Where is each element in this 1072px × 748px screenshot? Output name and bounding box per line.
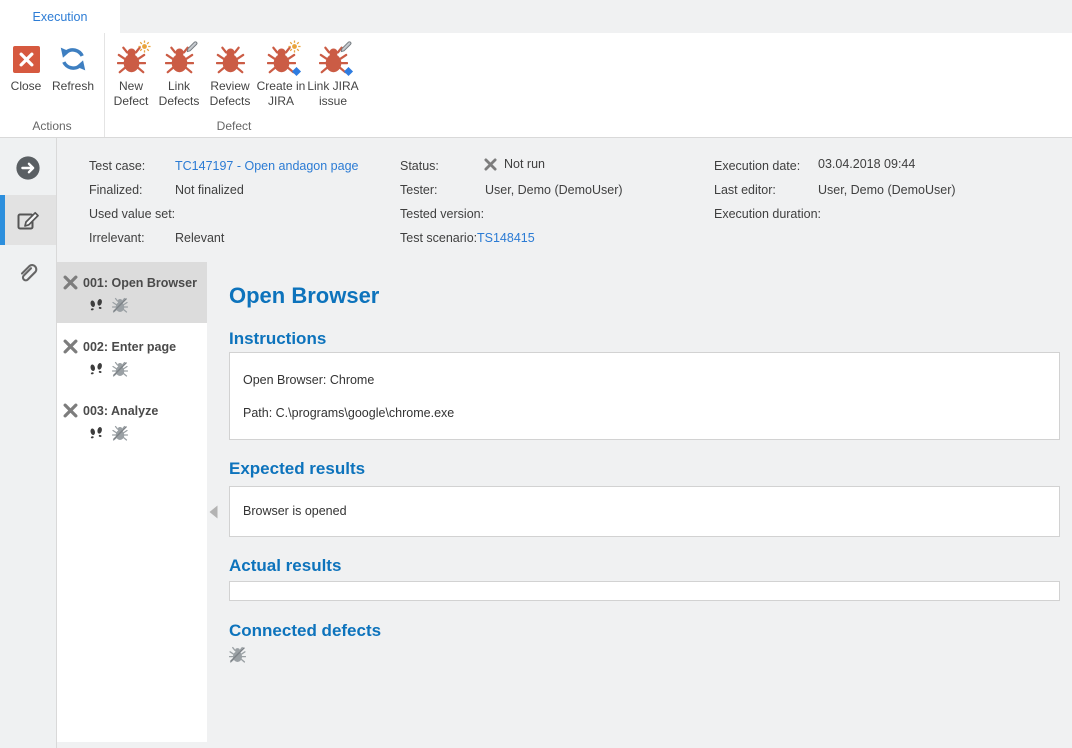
sidebar-item-go-to[interactable] xyxy=(0,143,56,193)
new-star-icon xyxy=(288,40,301,53)
actual-results-heading: Actual results xyxy=(229,556,341,576)
tab-execution[interactable]: Execution xyxy=(0,0,120,33)
footprints-icon xyxy=(89,362,104,376)
instructions-heading: Instructions xyxy=(229,329,326,349)
review-defects-button[interactable]: Review Defects xyxy=(204,33,256,109)
jira-diamond-icon xyxy=(343,66,354,77)
step-not-run-x-icon xyxy=(63,339,78,354)
new-defect-label: New Defect xyxy=(108,79,154,109)
create-in-jira-button[interactable]: Create in JIRA xyxy=(256,33,306,109)
test-case-link[interactable]: TC147197 - Open andagon page xyxy=(175,159,358,173)
execution-date-label: Execution date: xyxy=(714,159,800,173)
create-in-jira-label: Create in JIRA xyxy=(256,79,306,109)
step-title: 002: Enter page xyxy=(83,340,176,354)
content-area: Test case: TC147197 - Open andagon page … xyxy=(0,138,1072,748)
step-detail-title: Open Browser xyxy=(229,283,379,309)
expected-results-box: Browser is opened xyxy=(229,486,1060,537)
execution-info-panel: Test case: TC147197 - Open andagon page … xyxy=(57,138,1072,262)
irrelevant-value: Relevant xyxy=(175,231,224,245)
test-case-label: Test case: xyxy=(89,159,145,173)
footprints-icon xyxy=(89,426,104,440)
used-value-set-label: Used value set: xyxy=(89,207,175,221)
circle-arrow-icon xyxy=(15,155,41,181)
step-item-002[interactable]: 002: Enter page xyxy=(57,326,207,390)
status-value: Not run xyxy=(484,157,545,171)
edit-icon xyxy=(15,207,41,233)
ribbon-group-actions-label: Actions xyxy=(0,119,104,133)
close-button[interactable]: Close xyxy=(5,33,47,94)
link-defects-button[interactable]: Link Defects xyxy=(154,33,204,109)
icon-sidebar xyxy=(0,138,57,748)
test-scenario-label: Test scenario: xyxy=(400,231,477,245)
ribbon-toolbar: Close Refresh Actions New Defect xyxy=(0,33,1072,138)
expected-results-heading: Expected results xyxy=(229,459,365,479)
status-text: Not run xyxy=(504,157,545,171)
step-list: 001: Open Browser 002: Enter page xyxy=(57,262,207,742)
ribbon-group-defect: New Defect Link Defects Review Defects xyxy=(104,33,363,137)
paperclip-icon xyxy=(15,259,41,285)
actual-results-input[interactable] xyxy=(229,581,1060,601)
link-jira-issue-label: Link JIRA issue xyxy=(306,79,360,109)
no-defect-icon xyxy=(112,425,128,441)
step-title: 001: Open Browser xyxy=(83,276,197,290)
footprints-icon xyxy=(89,298,104,312)
refresh-button[interactable]: Refresh xyxy=(47,33,99,94)
sidebar-item-attachments[interactable] xyxy=(0,247,56,297)
close-icon xyxy=(13,46,40,73)
not-run-x-icon xyxy=(484,158,497,171)
expected-results-text: Browser is opened xyxy=(243,504,1046,518)
step-not-run-x-icon xyxy=(63,275,78,290)
step-detail-pane: Open Browser Instructions Open Browser: … xyxy=(207,262,1072,748)
tester-label: Tester: xyxy=(400,183,438,197)
ribbon-group-actions: Close Refresh Actions xyxy=(0,33,104,137)
review-defects-label: Review Defects xyxy=(204,79,256,109)
connected-defects-heading: Connected defects xyxy=(229,621,381,641)
bug-icon xyxy=(216,45,245,74)
step-item-001[interactable]: 001: Open Browser xyxy=(57,262,207,323)
tested-version-label: Tested version: xyxy=(400,207,484,221)
collapse-panel-arrow-icon[interactable] xyxy=(209,505,218,519)
finalized-label: Finalized: xyxy=(89,183,143,197)
test-scenario-link[interactable]: TS148415 xyxy=(477,231,535,245)
tab-execution-label: Execution xyxy=(33,10,88,24)
instructions-line: Path: C.\programs\google\chrome.exe xyxy=(243,406,1046,420)
close-button-label: Close xyxy=(11,79,42,94)
execution-window: Execution Close Refresh Actions xyxy=(0,0,1072,748)
refresh-button-label: Refresh xyxy=(52,79,94,94)
status-label: Status: xyxy=(400,159,439,173)
link-defects-label: Link Defects xyxy=(154,79,204,109)
step-title: 003: Analyze xyxy=(83,404,158,418)
tab-bar: Execution xyxy=(0,0,1072,33)
no-connected-defect-icon xyxy=(229,646,246,663)
finalized-value: Not finalized xyxy=(175,183,244,197)
new-star-icon xyxy=(138,40,151,53)
execution-duration-label: Execution duration: xyxy=(714,207,821,221)
ribbon-group-defect-label: Defect xyxy=(105,119,363,133)
instructions-box: Open Browser: Chrome Path: C.\programs\g… xyxy=(229,352,1060,440)
step-not-run-x-icon xyxy=(63,403,78,418)
pencil-badge-icon xyxy=(186,40,199,53)
link-jira-issue-button[interactable]: Link JIRA issue xyxy=(306,33,360,109)
pencil-badge-icon xyxy=(340,40,353,53)
execution-date-value: 03.04.2018 09:44 xyxy=(818,157,915,171)
irrelevant-label: Irrelevant: xyxy=(89,231,145,245)
last-editor-value: User, Demo (DemoUser) xyxy=(818,183,956,197)
sidebar-item-edit-execution[interactable] xyxy=(0,195,56,245)
jira-diamond-icon xyxy=(291,66,302,77)
no-defect-icon xyxy=(112,361,128,377)
last-editor-label: Last editor: xyxy=(714,183,776,197)
new-defect-button[interactable]: New Defect xyxy=(108,33,154,109)
no-defect-icon xyxy=(112,297,128,313)
refresh-icon xyxy=(59,45,87,73)
step-item-003[interactable]: 003: Analyze xyxy=(57,390,207,454)
instructions-line: Open Browser: Chrome xyxy=(243,373,1046,387)
tester-value: User, Demo (DemoUser) xyxy=(485,183,623,197)
